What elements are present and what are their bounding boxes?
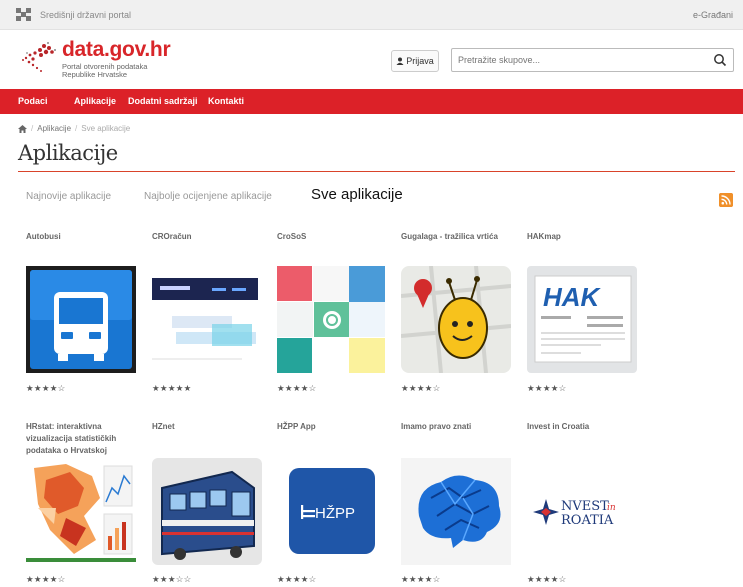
hrstat-map-chart-icon[interactable] — [26, 458, 136, 565]
crosos-tiles-icon[interactable] — [277, 266, 387, 373]
rating-stars: ★★★★☆ — [26, 383, 66, 393]
app-title[interactable]: Autobusi — [26, 231, 138, 267]
nav-item-podaci[interactable]: Podaci — [18, 96, 48, 106]
rss-icon[interactable] — [719, 193, 733, 207]
search-box — [451, 48, 734, 72]
app-card-hznet[interactable]: HZnet — [152, 421, 264, 457]
rating-stars: ★★★★☆ — [277, 574, 317, 584]
app-title[interactable]: Imamo pravo znati — [401, 421, 513, 457]
site-subtitle-line2: Republike Hrvatske — [62, 70, 128, 79]
invest-logo-line1: NVEST — [561, 499, 609, 514]
title-divider — [18, 171, 735, 172]
rating-stars: ★★★★☆ — [26, 574, 66, 584]
top-bar: Središnji državni portal e-Građani — [0, 0, 743, 30]
brain-icon[interactable] — [401, 458, 511, 565]
main-nav: Podaci Aplikacije Dodatni sadržaji Konta… — [0, 89, 743, 114]
hzpp-logo-text: HŽPP — [315, 505, 355, 522]
app-title[interactable]: CROračun — [152, 231, 264, 267]
app-title[interactable]: HŽPP App — [277, 421, 389, 457]
home-icon[interactable] — [18, 124, 27, 133]
tab-sve-aplikacije[interactable]: Sve aplikacije — [311, 186, 403, 203]
breadcrumb-separator: / — [31, 124, 34, 133]
app-title[interactable]: Invest in Croatia — [527, 421, 639, 457]
hak-logo-text: HAK — [543, 282, 602, 312]
breadcrumb-aplikacije[interactable]: Aplikacije — [37, 124, 71, 133]
invest-in-croatia-logo-icon[interactable]: NVEST in ROATIA — [527, 458, 637, 565]
login-button[interactable]: Prijava — [391, 50, 439, 72]
app-card-hrstat[interactable]: HRstat: interaktivna vizualizacija stati… — [26, 421, 144, 457]
app-card-autobusi[interactable]: Autobusi — [26, 231, 138, 267]
hzpp-logo-icon[interactable]: HŽPP — [277, 458, 387, 565]
login-label: Prijava — [406, 56, 434, 66]
rating-stars: ★★★★☆ — [401, 383, 441, 393]
search-icon[interactable] — [713, 53, 727, 67]
e-gradjani-link[interactable]: e-Građani — [693, 10, 733, 20]
croracun-screenshot-icon[interactable] — [152, 266, 262, 373]
hakmap-card-icon[interactable]: HAK — [527, 266, 637, 373]
croatia-map-logo-icon[interactable] — [18, 40, 58, 76]
app-card-gugalaga[interactable]: Gugalaga - tražilica vrtića — [401, 231, 521, 267]
app-card-crosos[interactable]: CroSoS — [277, 231, 389, 267]
nav-item-aplikacije[interactable]: Aplikacije — [74, 96, 116, 106]
app-title[interactable]: CroSoS — [277, 231, 389, 267]
app-card-croracun[interactable]: CROračun — [152, 231, 264, 267]
breadcrumb-current: Sve aplikacije — [81, 124, 131, 133]
nav-item-kontakti[interactable]: Kontakti — [208, 96, 244, 106]
app-title[interactable]: HRstat: interaktivna vizualizacija stati… — [26, 421, 144, 457]
site-subtitle: Portal otvorenih podataka Republike Hrva… — [62, 63, 147, 79]
rating-stars: ★★★★☆ — [277, 383, 317, 393]
page-title: Aplikacije — [18, 141, 118, 165]
rating-stars: ★★★★☆ — [527, 574, 567, 584]
rating-stars: ★★★★☆ — [527, 383, 567, 393]
app-card-hzpp[interactable]: HŽPP App — [277, 421, 389, 457]
rating-stars: ★★★★☆ — [401, 574, 441, 584]
app-card-imamo-pravo-znati[interactable]: Imamo pravo znati — [401, 421, 513, 457]
app-title[interactable]: Gugalaga - tražilica vrtića — [401, 231, 521, 267]
invest-logo-line2: ROATIA — [561, 513, 614, 528]
gov-portal-link[interactable]: Središnji državni portal — [40, 10, 131, 20]
invest-logo-in: in — [607, 503, 616, 513]
nav-item-dodatni-sadrzaji[interactable]: Dodatni sadržaji — [128, 96, 198, 106]
site-title[interactable]: data.gov.hr — [62, 38, 171, 62]
croatian-coat-icon — [16, 8, 34, 21]
tab-najbolje-ocijenjene[interactable]: Najbolje ocijenjene aplikacije — [144, 191, 272, 202]
app-card-hakmap[interactable]: HAKmap — [527, 231, 639, 267]
app-title[interactable]: HZnet — [152, 421, 264, 457]
breadcrumb: / Aplikacije / Sve aplikacije — [18, 124, 130, 133]
rating-stars: ★★★☆☆ — [152, 574, 192, 584]
gugalaga-mascot-icon[interactable] — [401, 266, 511, 373]
app-title[interactable]: HAKmap — [527, 231, 639, 267]
search-input[interactable] — [458, 52, 698, 68]
app-card-invest-in-croatia[interactable]: Invest in Croatia — [527, 421, 639, 457]
bus-icon[interactable] — [26, 266, 136, 373]
hznet-train-icon[interactable] — [152, 458, 262, 565]
tab-najnovije[interactable]: Najnovije aplikacije — [26, 191, 111, 202]
breadcrumb-separator: / — [75, 124, 78, 133]
user-icon — [396, 57, 404, 65]
rating-stars: ★★★★★ — [152, 383, 192, 393]
